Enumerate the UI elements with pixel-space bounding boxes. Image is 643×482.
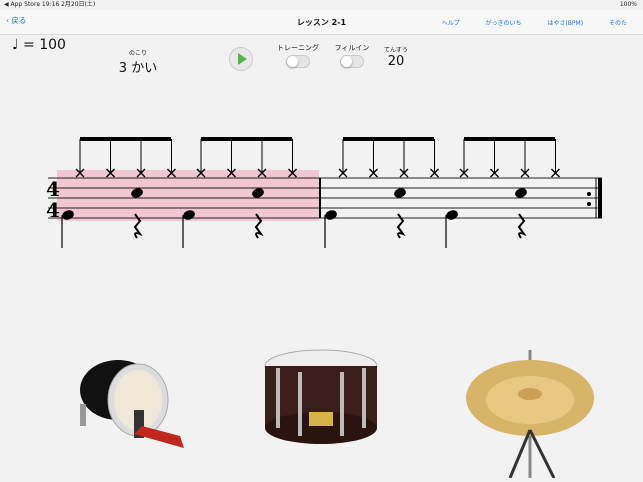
- repeat-dot: [587, 202, 591, 206]
- bass-note: [446, 210, 458, 220]
- drum-score: 4 4: [46, 137, 602, 248]
- bass-note: [325, 210, 337, 220]
- time-signature-bottom: 4: [46, 198, 60, 222]
- bass-drum-icon[interactable]: [72, 350, 184, 450]
- snare-note: [515, 188, 527, 198]
- snare-note: [394, 188, 406, 198]
- hi-hat-icon[interactable]: [462, 350, 598, 478]
- repeat-dot: [587, 192, 591, 196]
- end-barline-thick: [598, 178, 602, 218]
- snare-drum-icon[interactable]: [262, 348, 380, 450]
